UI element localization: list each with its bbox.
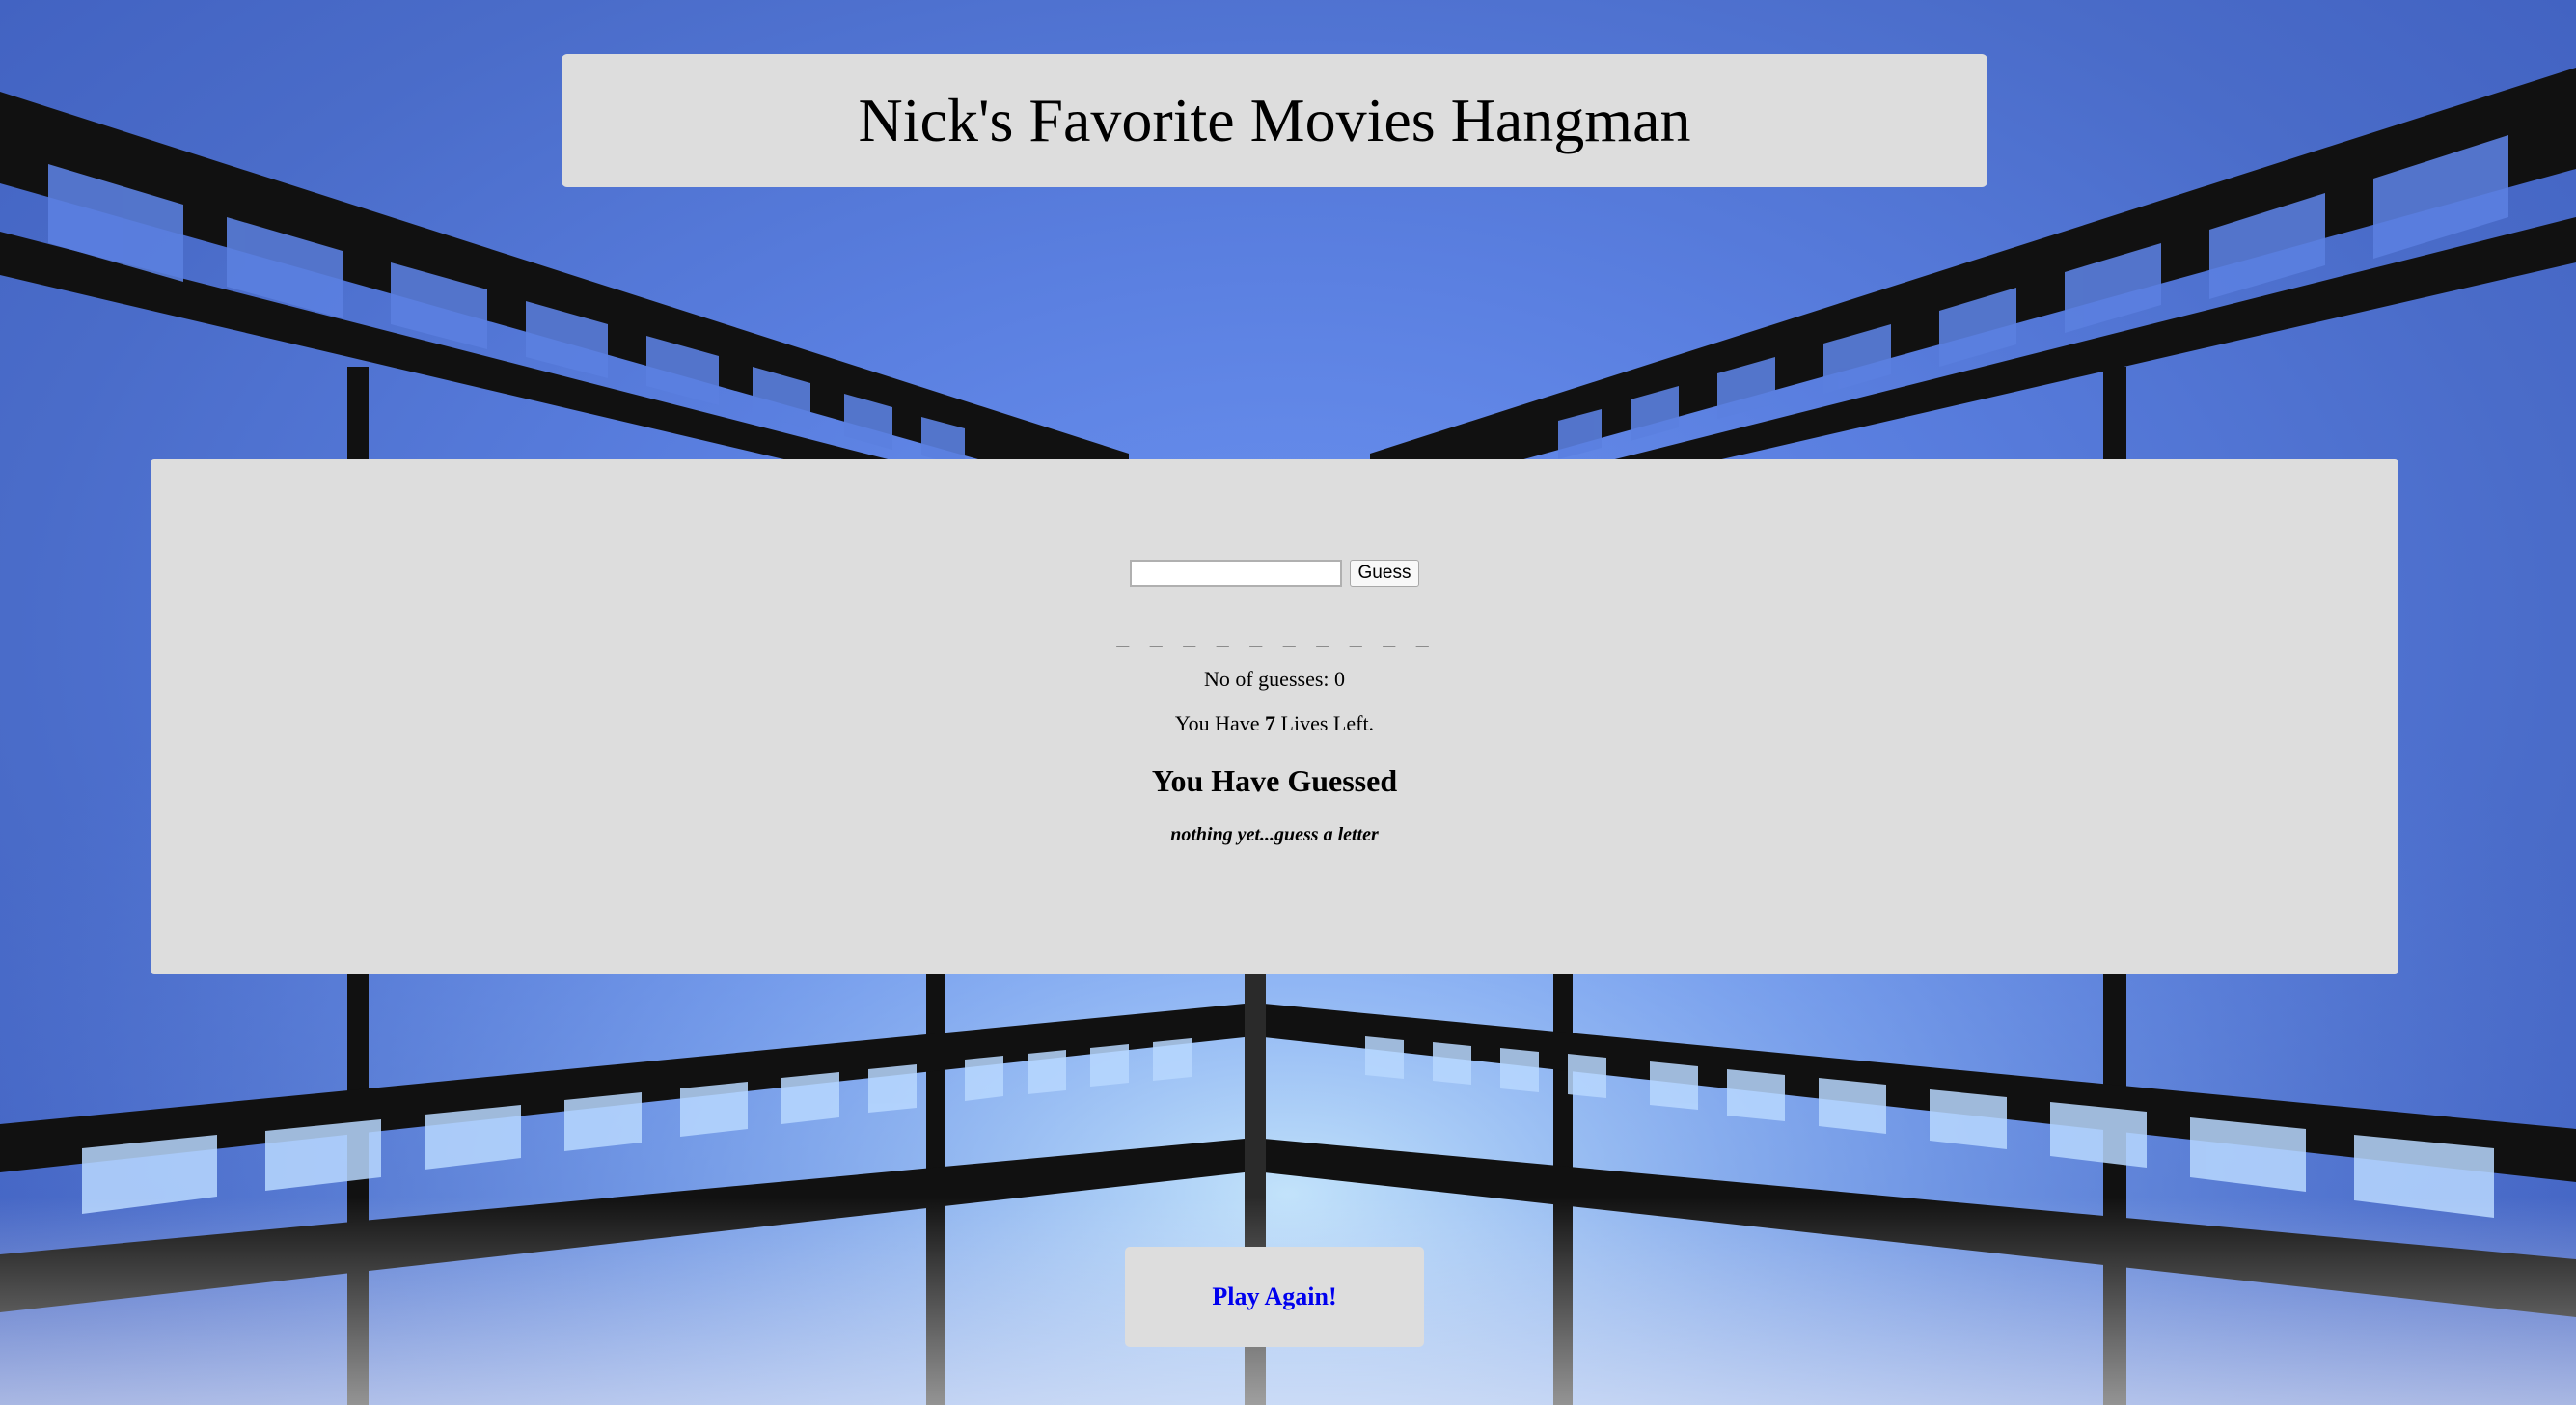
lives-prefix: You Have (1174, 711, 1266, 735)
page-title: Nick's Favorite Movies Hangman (858, 86, 1691, 154)
lives-count: 7 (1265, 711, 1276, 735)
lives-remaining: You Have 7 Lives Left. (151, 711, 2398, 736)
lives-suffix: Lives Left. (1275, 711, 1375, 735)
play-again-panel: Play Again! (1125, 1247, 1424, 1347)
play-again-link[interactable]: Play Again! (1212, 1282, 1336, 1311)
word-blanks: _ _ _ _ _ _ _ _ _ _ (1116, 623, 1433, 647)
guess-button[interactable]: Guess (1349, 560, 1420, 587)
guess-count: No of guesses: 0 (1203, 667, 1346, 691)
game-panel: Guess _ _ _ _ _ _ _ _ _ _ No of guesses:… (151, 459, 2398, 974)
guess-form: Guess (151, 560, 2398, 587)
guessed-heading: You Have Guessed (1151, 763, 1398, 798)
guess-input[interactable] (1129, 560, 1342, 587)
header-panel: Nick's Favorite Movies Hangman (562, 54, 1987, 187)
guessed-letters: nothing yet...guess a letter (1170, 824, 1379, 845)
